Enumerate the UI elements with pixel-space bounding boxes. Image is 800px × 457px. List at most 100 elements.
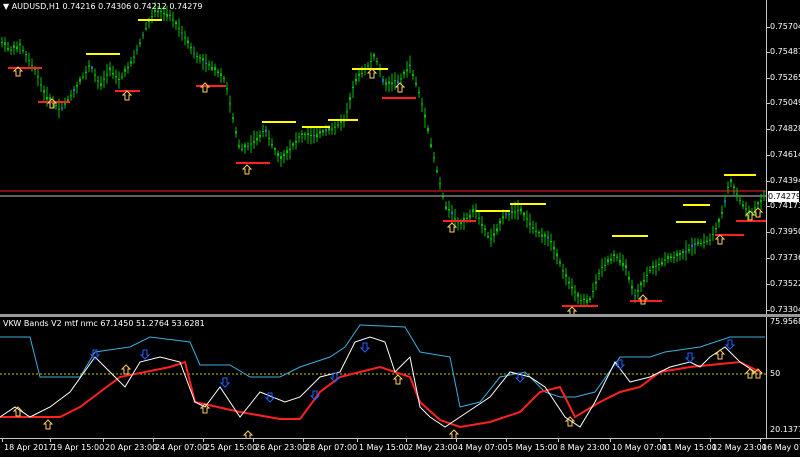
price-candle-body xyxy=(400,78,402,80)
price-candle-body xyxy=(670,256,672,258)
price-candle-body xyxy=(229,103,231,105)
time-tick-mark xyxy=(203,439,204,442)
price-candle-body xyxy=(259,135,261,137)
price-candle-body xyxy=(31,65,33,66)
price-candle-body xyxy=(523,212,525,216)
price-candle-body xyxy=(544,234,546,237)
price-chart-canvas[interactable] xyxy=(0,0,766,314)
indicator-label: VKW Bands V2 mtf nmc 67.1450 51.2764 53.… xyxy=(3,319,205,328)
price-candle-body xyxy=(262,131,264,133)
price-candle-body xyxy=(694,243,696,245)
time-tick-label: 11 May 15:00 xyxy=(662,443,717,452)
price-candle-body xyxy=(211,67,213,70)
time-tick-mark xyxy=(153,439,154,442)
price-tick-label: 0.74173 xyxy=(770,201,800,210)
price-chart[interactable]: ▼ AUDUSD,H1 0.74216 0.74306 0.74212 0.74… xyxy=(0,0,766,314)
price-candle-body xyxy=(220,73,222,76)
price-candle-body xyxy=(637,290,639,292)
price-candle-body xyxy=(439,183,441,185)
price-candle-body xyxy=(196,56,198,58)
price-candle-body xyxy=(385,82,387,85)
price-candle-body xyxy=(535,230,537,232)
price-candle-body xyxy=(628,277,630,280)
price-candle-body xyxy=(529,223,531,225)
indicator-axis[interactable]: 75.9568 50 20.1377 xyxy=(766,317,800,438)
price-candle-body xyxy=(109,67,111,70)
indicator-tick-label: 50 xyxy=(770,369,781,378)
price-candle-body xyxy=(55,105,57,107)
price-candle-body xyxy=(496,228,498,232)
price-candle-body xyxy=(247,145,249,147)
down-arrow-icon xyxy=(359,342,371,353)
price-candle-body xyxy=(373,54,375,57)
price-candle-body xyxy=(583,298,585,300)
price-candle-body xyxy=(481,224,483,226)
price-candle-body xyxy=(340,120,342,123)
price-candle-body xyxy=(16,46,18,50)
time-tick-mark xyxy=(558,439,559,442)
up-arrow-icon xyxy=(392,374,404,385)
price-candle-body xyxy=(592,291,594,292)
price-candle-body xyxy=(76,85,78,87)
price-candle-body xyxy=(697,242,699,244)
price-candle-body xyxy=(22,50,24,51)
up-arrow-icon xyxy=(242,430,254,438)
price-candle-body xyxy=(703,241,705,243)
price-candle-body xyxy=(49,97,51,100)
price-candle-body xyxy=(631,286,633,289)
price-candle-body xyxy=(469,215,471,218)
price-candle-body xyxy=(499,220,501,224)
price-candle-body xyxy=(64,103,66,105)
price-candle-body xyxy=(226,88,228,90)
price-candle-body xyxy=(664,259,666,261)
dropdown-icon[interactable]: ▼ xyxy=(3,2,9,11)
price-candle-body xyxy=(292,143,294,146)
price-candle-body xyxy=(640,282,642,285)
price-candle-body xyxy=(274,147,276,150)
price-candle-body xyxy=(634,295,636,297)
price-candle-body xyxy=(511,210,513,213)
price-candle-body xyxy=(460,222,462,224)
price-axis[interactable]: 0.75704 0.75487 0.75265 0.75049 0.74828 0.746… xyxy=(766,0,800,314)
price-candle-body xyxy=(367,65,369,67)
time-tick-mark xyxy=(357,439,358,442)
price-candle-body xyxy=(37,76,39,78)
time-tick-label: 20 Apr 23:00 xyxy=(105,443,158,452)
price-candle-body xyxy=(727,186,729,188)
price-candle-body xyxy=(724,200,726,203)
price-candle-body xyxy=(175,21,177,24)
up-arrow-icon xyxy=(366,68,378,79)
price-candle-body xyxy=(691,244,693,247)
price-candle-body xyxy=(514,211,516,213)
price-candle-body xyxy=(157,11,159,13)
price-candle-body xyxy=(268,138,270,139)
price-candle-body xyxy=(178,28,180,30)
price-candle-body xyxy=(235,131,237,134)
ohlc-close: 0.74279 xyxy=(169,2,203,11)
time-axis[interactable]: 18 Apr 2017 19 Apr 15:00 20 Apr 23:00 24 Ap… xyxy=(0,438,800,457)
upper-band-line xyxy=(0,324,765,408)
price-candle-body xyxy=(709,239,711,241)
price-candle-body xyxy=(166,14,168,17)
price-candle-body xyxy=(316,134,318,138)
price-candle-body xyxy=(43,90,45,93)
price-candle-body xyxy=(586,300,588,303)
price-candle-body xyxy=(661,262,663,265)
price-candle-body xyxy=(313,135,315,137)
time-tick-mark xyxy=(506,439,507,442)
indicator-window[interactable]: VKW Bands V2 mtf nmc 67.1450 51.2764 53.… xyxy=(0,317,766,438)
time-tick-label: 10 May 07:00 xyxy=(612,443,667,452)
price-candle-body xyxy=(46,97,48,100)
price-candle-body xyxy=(712,234,714,235)
indicator-canvas[interactable] xyxy=(0,317,766,438)
price-candle-body xyxy=(742,204,744,207)
down-arrow-icon xyxy=(684,352,696,363)
price-candle-body xyxy=(589,298,591,300)
price-candle-body xyxy=(286,150,288,153)
price-candle-body xyxy=(25,54,27,56)
price-candle-body xyxy=(520,208,522,212)
price-candle-body xyxy=(223,77,225,79)
price-candle-body xyxy=(97,80,99,82)
price-candle-body xyxy=(358,73,360,76)
price-candle-body xyxy=(391,82,393,85)
